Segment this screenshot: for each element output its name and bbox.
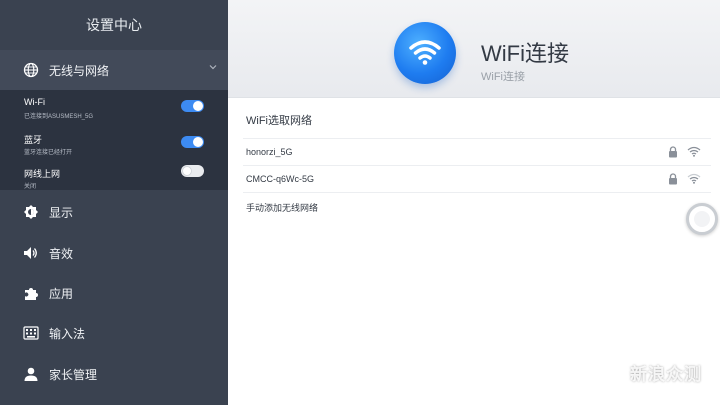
section-title: WiFi选取网络 bbox=[246, 115, 312, 127]
lock-icon bbox=[669, 146, 677, 158]
sidebar-item-label: 输入法 bbox=[49, 326, 86, 341]
bluetooth-toggle[interactable] bbox=[181, 136, 204, 148]
wifi-toggle[interactable] bbox=[181, 100, 204, 112]
toggle-knob bbox=[193, 137, 203, 147]
subitem-ethernet-subtitle: 关闭 bbox=[24, 184, 37, 190]
floating-assist-button[interactable] bbox=[686, 203, 718, 235]
chevron-down-icon bbox=[209, 65, 217, 70]
sidebar-group-label: 无线与网络 bbox=[49, 63, 110, 78]
sidebar: 设置中心 无线与网络 Wi-Fi 已连接到ASUSMESH_5G 蓝牙 蓝牙连接… bbox=[0, 0, 228, 405]
sidebar-item-label: 家长管理 bbox=[49, 367, 98, 382]
page-subtitle: WiFi连接 bbox=[481, 71, 525, 83]
subitem-wifi[interactable]: Wi-Fi 已连接到ASUSMESH_5G bbox=[0, 90, 228, 130]
sidebar-item-input-method[interactable]: 输入法 bbox=[0, 313, 228, 353]
sidebar-item-audio[interactable]: 音效 bbox=[0, 233, 228, 273]
sidebar-item-label: 显示 bbox=[49, 205, 74, 220]
wifi-signal-icon bbox=[687, 146, 701, 157]
toggle-knob bbox=[182, 166, 192, 176]
sidebar-subitems: Wi-Fi 已连接到ASUSMESH_5G 蓝牙 蓝牙连接已经打开 网线上网 关… bbox=[0, 90, 228, 190]
watermark: 新浪众测 bbox=[630, 365, 702, 384]
speaker-icon bbox=[24, 247, 37, 259]
wifi-icon bbox=[394, 22, 456, 84]
ethernet-toggle[interactable] bbox=[181, 165, 204, 177]
main-panel: WiFi连接 WiFi连接 WiFi选取网络 honorzi_5G CMCC-q… bbox=[228, 0, 720, 405]
banner: WiFi连接 WiFi连接 bbox=[228, 0, 720, 98]
lock-icon bbox=[669, 173, 677, 185]
sidebar-item-parental[interactable]: 家长管理 bbox=[0, 354, 228, 394]
network-name: CMCC-q6Wc-5G bbox=[246, 174, 315, 184]
sidebar-item-label: 音效 bbox=[49, 246, 74, 261]
globe-icon bbox=[23, 62, 39, 78]
wifi-glyph bbox=[409, 40, 441, 65]
subitem-wifi-title: Wi-Fi bbox=[24, 97, 45, 107]
wifi-signal-icon bbox=[687, 173, 701, 184]
network-row[interactable]: honorzi_5G bbox=[243, 138, 711, 165]
brightness-icon bbox=[24, 205, 38, 219]
sidebar-item-display[interactable]: 显示 bbox=[0, 192, 228, 232]
subitem-bluetooth-subtitle: 蓝牙连接已经打开 bbox=[24, 150, 73, 156]
subitem-bluetooth-title: 蓝牙 bbox=[24, 135, 43, 145]
sidebar-item-apps[interactable]: 应用 bbox=[0, 273, 228, 313]
sidebar-group-wireless[interactable]: 无线与网络 bbox=[0, 50, 228, 90]
person-icon bbox=[24, 367, 38, 381]
toggle-knob bbox=[193, 101, 203, 111]
add-network-row[interactable]: 手动添加无线网络 bbox=[243, 192, 711, 219]
add-network-label: 手动添加无线网络 bbox=[246, 203, 319, 213]
puzzle-icon bbox=[25, 288, 38, 300]
network-name: honorzi_5G bbox=[246, 147, 293, 157]
keyboard-icon bbox=[23, 326, 39, 340]
floating-button-inner bbox=[694, 211, 710, 227]
sidebar-item-label: 应用 bbox=[49, 286, 74, 301]
page-title: WiFi连接 bbox=[481, 41, 569, 66]
subitem-ethernet-title: 网线上网 bbox=[24, 169, 61, 179]
sidebar-title: 设置中心 bbox=[86, 17, 142, 33]
network-row[interactable]: CMCC-q6Wc-5G bbox=[243, 165, 711, 192]
subitem-wifi-subtitle: 已连接到ASUSMESH_5G bbox=[24, 114, 94, 120]
